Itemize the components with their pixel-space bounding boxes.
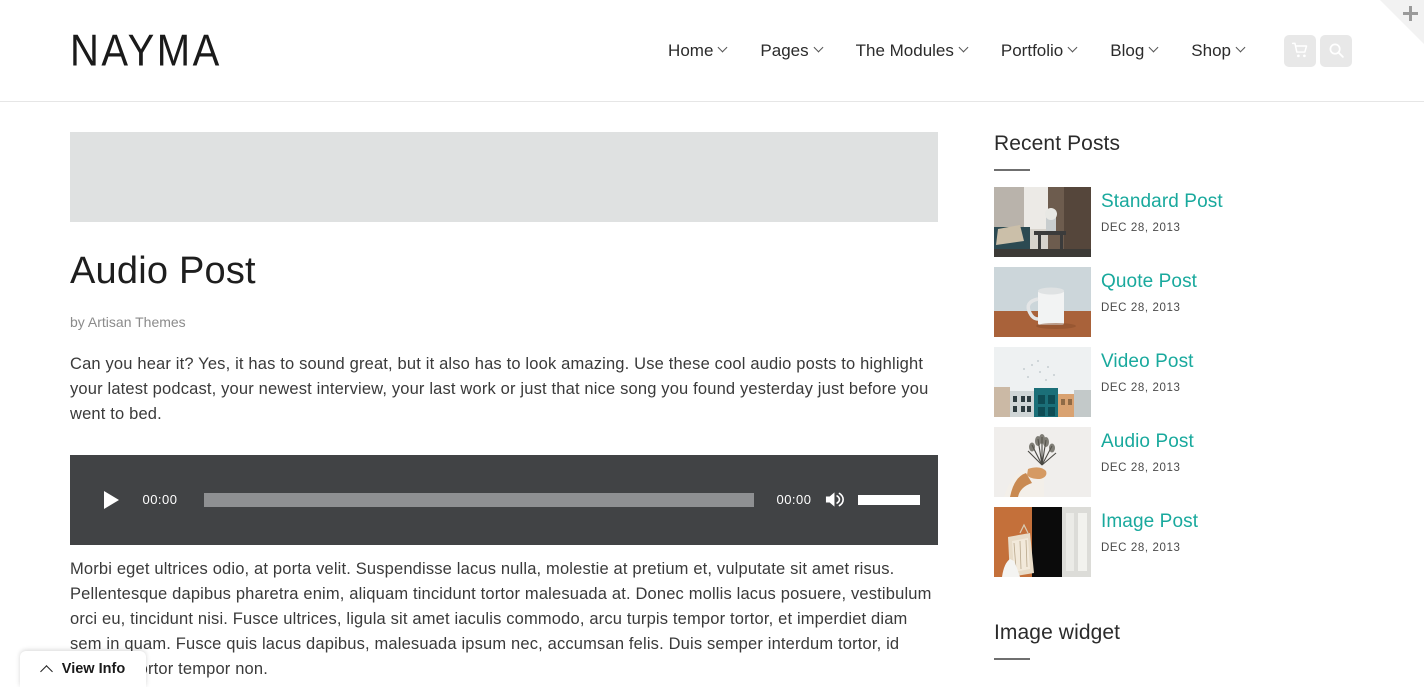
thumbnail-audio-post[interactable]	[994, 427, 1091, 497]
list-item-text: Standard Post DEC 28, 2013	[1101, 187, 1223, 234]
person-with-paper-bag-photo	[994, 507, 1091, 577]
nav-label-the-modules: The Modules	[855, 40, 954, 60]
recent-post-link[interactable]: Standard Post	[1101, 191, 1223, 214]
white-mug-on-table-photo	[994, 267, 1091, 337]
audio-player[interactable]: 00:00 00:00	[70, 454, 938, 545]
nav-item-blog[interactable]: Blog	[1094, 41, 1175, 61]
post-paragraph-2: Morbi eget ultrices odio, at porta velit…	[70, 559, 932, 679]
chevron-down-icon	[1237, 44, 1246, 53]
audio-play-button[interactable]	[98, 487, 124, 513]
recent-post-date: DEC 28, 2013	[1101, 381, 1181, 394]
main-content-column: Audio Post by Artisan Themes Can you hea…	[70, 132, 938, 687]
nav-item-shop[interactable]: Shop	[1175, 41, 1262, 61]
main-navigation: Home Pages The Modules Portfolio Blog Sh…	[652, 41, 1262, 61]
nav-label-blog: Blog	[1110, 40, 1145, 60]
recent-post-date: DEC 28, 2013	[1101, 301, 1181, 314]
chevron-down-icon	[960, 44, 969, 53]
nav-label-pages: Pages	[760, 40, 809, 60]
list-item[interactable]: Audio Post DEC 28, 2013	[994, 427, 1354, 497]
list-item-text: Image Post DEC 28, 2013	[1101, 507, 1198, 554]
widget-underline	[994, 169, 1030, 171]
corner-panel-toggle[interactable]	[1380, 0, 1424, 44]
thumbnail-video-post[interactable]	[994, 347, 1091, 417]
post-paragraph-1: Can you hear it? Yes, it has to sound gr…	[70, 354, 929, 423]
list-item[interactable]: Standard Post DEC 28, 2013	[994, 187, 1354, 257]
city-buildings-birds-photo	[994, 347, 1091, 417]
chevron-down-icon	[815, 44, 824, 53]
audio-volume-slider[interactable]	[858, 494, 920, 505]
list-item[interactable]: Video Post DEC 28, 2013	[994, 347, 1354, 417]
header-icon-buttons	[1284, 34, 1352, 67]
nav-label-portfolio: Portfolio	[1000, 40, 1064, 60]
thumbnail-standard-post[interactable]	[994, 187, 1091, 257]
chevron-up-icon	[41, 665, 53, 673]
recent-post-link[interactable]: Image Post	[1101, 511, 1198, 534]
search-icon	[1329, 43, 1344, 58]
hand-holding-dried-flowers-photo	[994, 427, 1091, 497]
shopping-cart-icon	[1291, 42, 1307, 58]
recent-post-link[interactable]: Quote Post	[1101, 271, 1197, 294]
content-wrapper: Audio Post by Artisan Themes Can you hea…	[0, 102, 1424, 687]
recent-post-link[interactable]: Audio Post	[1101, 431, 1194, 454]
header-right: Home Pages The Modules Portfolio Blog Sh…	[652, 34, 1352, 67]
site-header: NAYMA Home Pages The Modules Portfolio B…	[0, 0, 1424, 102]
nav-label-home: Home	[668, 40, 714, 60]
list-item-text: Audio Post DEC 28, 2013	[1101, 427, 1194, 474]
list-item-text: Quote Post DEC 28, 2013	[1101, 267, 1197, 314]
list-item-text: Video Post DEC 28, 2013	[1101, 347, 1194, 394]
shopping-cart-button[interactable]	[1284, 34, 1316, 67]
recent-post-date: DEC 28, 2013	[1101, 461, 1181, 474]
view-info-label: View Info	[61, 661, 126, 677]
chevron-down-icon	[719, 44, 728, 53]
widget-recent-posts: Recent Posts Standard Post DEC 28, 2013 …	[994, 132, 1354, 587]
post-body-continued: Morbi eget ultrices odio, at porta velit…	[70, 557, 938, 687]
widget-image: Image widget	[994, 621, 1354, 660]
speaker-icon	[825, 492, 844, 508]
recent-post-date: DEC 28, 2013	[1101, 221, 1181, 234]
widget-underline	[994, 658, 1030, 660]
nav-item-the-modules[interactable]: The Modules	[840, 41, 985, 61]
recent-post-date: DEC 28, 2013	[1101, 541, 1181, 554]
audio-mute-button[interactable]	[824, 490, 846, 510]
thumbnail-image-post[interactable]	[994, 507, 1091, 577]
chevron-down-icon	[1069, 44, 1078, 53]
list-item[interactable]: Image Post DEC 28, 2013	[994, 507, 1354, 577]
interior-sofa-table-photo	[994, 187, 1091, 257]
featured-image-placeholder	[70, 132, 938, 222]
audio-duration: 00:00	[776, 492, 812, 508]
play-icon	[103, 490, 119, 509]
list-item[interactable]: Quote Post DEC 28, 2013	[994, 267, 1354, 337]
audio-progress-bar[interactable]	[204, 492, 754, 507]
post-byline: by Artisan Themes	[70, 313, 186, 330]
recent-post-link[interactable]: Video Post	[1101, 351, 1194, 374]
recent-posts-list: Standard Post DEC 28, 2013 Quote Post DE…	[994, 187, 1354, 587]
nav-item-portfolio[interactable]: Portfolio	[985, 41, 1094, 61]
sidebar: Recent Posts Standard Post DEC 28, 2013 …	[994, 132, 1354, 687]
search-button[interactable]	[1320, 34, 1352, 67]
page-title: Audio Post	[70, 250, 256, 292]
view-info-button[interactable]: View Info	[20, 651, 146, 687]
nav-item-home[interactable]: Home	[652, 41, 744, 61]
plus-icon	[1403, 6, 1418, 21]
nav-label-shop: Shop	[1191, 40, 1231, 60]
thumbnail-quote-post[interactable]	[994, 267, 1091, 337]
chevron-down-icon	[1150, 44, 1159, 53]
site-logo[interactable]: NAYMA	[70, 28, 222, 73]
audio-current-time: 00:00	[142, 492, 178, 508]
post-body: Can you hear it? Yes, it has to sound gr…	[70, 352, 938, 427]
nav-item-pages[interactable]: Pages	[744, 41, 839, 61]
page-root: NAYMA Home Pages The Modules Portfolio B…	[0, 0, 1424, 687]
widget-title-image: Image widget	[994, 621, 1121, 644]
widget-title-recent-posts: Recent Posts	[994, 132, 1121, 155]
